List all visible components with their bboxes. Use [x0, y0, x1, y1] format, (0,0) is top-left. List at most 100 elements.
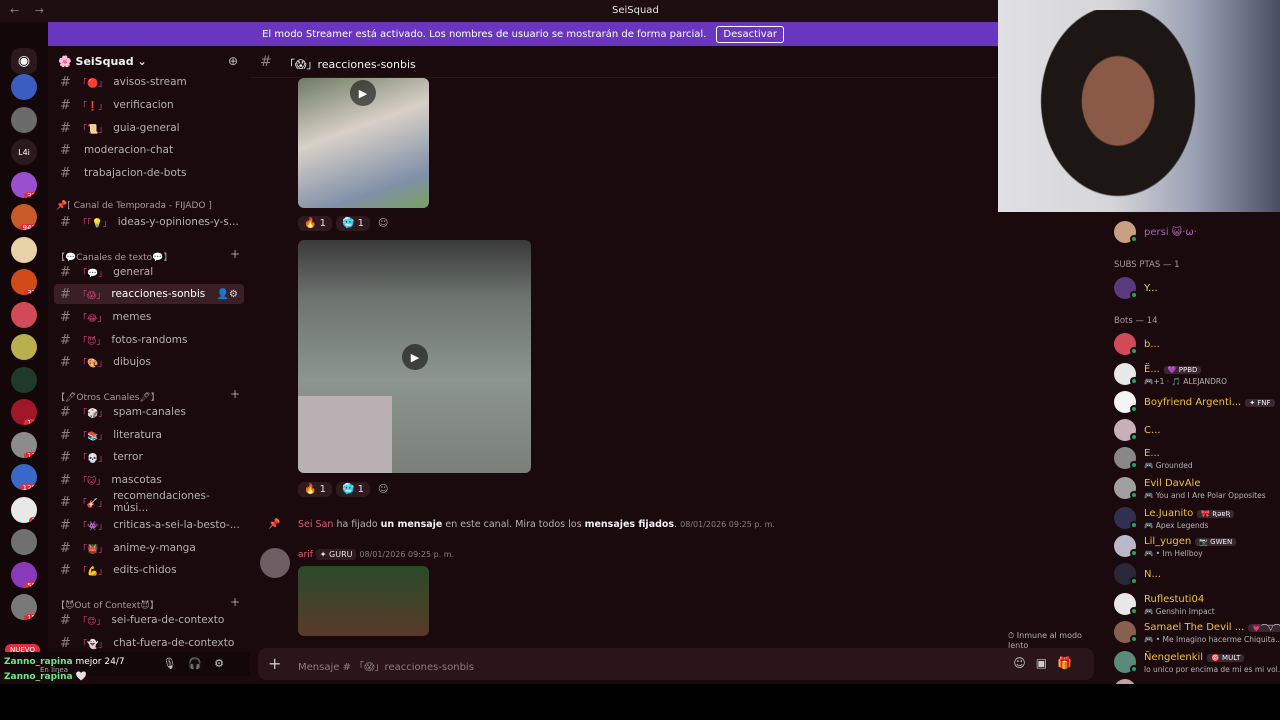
- hash-icon: #: [60, 309, 71, 325]
- reaction[interactable]: 🔥 1: [298, 482, 333, 497]
- channel-trabajacion-de-bots[interactable]: # trabajacion-de-bots: [54, 163, 244, 183]
- reaction[interactable]: 🥶 1: [336, 216, 371, 231]
- pinned-messages-link[interactable]: mensajes fijados: [585, 519, 675, 530]
- category-header[interactable]: 【💬Canales de texto💬】: [56, 250, 172, 263]
- server-icon[interactable]: [11, 74, 37, 100]
- server-icon[interactable]: 15: [11, 594, 37, 620]
- server-icon[interactable]: [11, 529, 37, 555]
- channel-emoji: 「👾」: [78, 521, 108, 532]
- channel-sei-fuera-de-contexto[interactable]: # 「😊」 sei-fuera-de-contexto: [54, 610, 244, 630]
- channel-recomendaciones-m-si[interactable]: # 「🎸」 recomendaciones-músi...: [54, 490, 244, 514]
- server-icon[interactable]: L4i: [11, 139, 37, 165]
- channel-fotos-randoms[interactable]: # 「😈」 fotos-randoms: [54, 330, 244, 350]
- member-item[interactable]: Evil DavAle 🎮 You and I Are Polar Opposit…: [1114, 476, 1280, 502]
- category-header[interactable]: 📌[ Canal de Temporada - FIJADO ]: [56, 201, 212, 211]
- channel-general[interactable]: # 「💬」 general: [54, 262, 244, 282]
- member-name: Ñengelenkil 🎯 MULT: [1144, 652, 1245, 663]
- pinned-message-link[interactable]: un mensaje: [381, 519, 443, 530]
- avatar[interactable]: [260, 548, 290, 578]
- reaction[interactable]: 🔥 1: [298, 216, 333, 231]
- server-icon[interactable]: 14: [11, 399, 37, 425]
- server-icon[interactable]: 943: [11, 204, 37, 230]
- channel-terror[interactable]: # 「💀」 terror: [54, 447, 244, 467]
- discord-home-icon[interactable]: ◉: [11, 48, 37, 74]
- member-item[interactable]: C...: [1114, 418, 1280, 444]
- deactivate-button[interactable]: Desactivar: [716, 25, 784, 43]
- member-item[interactable]: E... 🎮 Grounded: [1114, 446, 1280, 472]
- member-item[interactable]: Ё... 💜 PPBD 🎮+1 · 🎵 ALEJANDRO: [1114, 362, 1280, 388]
- member-item[interactable]: ZeX✦ INMT: [1114, 678, 1280, 684]
- channel-edits-chidos[interactable]: # 「💪」 edits-chidos: [54, 560, 244, 580]
- server-icon[interactable]: 128: [11, 464, 37, 490]
- server-icon[interactable]: 37: [11, 269, 37, 295]
- member-item[interactable]: persi 😺·ω·: [1114, 220, 1280, 246]
- server-icon[interactable]: [11, 106, 37, 133]
- channel-avisos-stream[interactable]: # 「🔴」 avisos-stream: [54, 72, 244, 92]
- category-header[interactable]: 【😈Out of Context😈】: [56, 598, 159, 611]
- play-icon[interactable]: ▶: [350, 80, 376, 106]
- channel-memes[interactable]: # 「😂」 memes: [54, 307, 244, 327]
- guild-name[interactable]: 🌸 SeiSquad ⌄: [58, 55, 147, 68]
- channel-label: moderacion-chat: [84, 144, 174, 156]
- member-item[interactable]: Y...: [1114, 276, 1280, 302]
- add-reaction-icon[interactable]: ☺: [374, 482, 392, 497]
- sticker-icon[interactable]: ▣: [1036, 656, 1057, 670]
- channel-criticas-a-sei-la-besto[interactable]: # 「👾」 criticas-a-sei-la-besto-...: [54, 515, 244, 535]
- channel-ideas-y-opiniones-y-s[interactable]: # 「「💡」 ideas-y-opiniones-y-s...: [54, 212, 244, 232]
- gift-icon[interactable]: 🎁: [1057, 656, 1082, 670]
- channel-label: general: [113, 266, 154, 278]
- category-header[interactable]: 【🖊Otros Canales🖊】: [56, 390, 160, 403]
- message-author[interactable]: arif: [298, 550, 313, 560]
- hash-icon: #: [60, 494, 71, 510]
- add-attachment-icon[interactable]: +: [268, 654, 281, 673]
- hash-icon: #: [60, 635, 71, 651]
- channel-anime-y-manga[interactable]: # 「👹」 anime-y-manga: [54, 538, 244, 558]
- member-item[interactable]: b...: [1114, 332, 1280, 358]
- server-icon[interactable]: 3: [11, 496, 37, 523]
- channel-verificacion[interactable]: # 「❗」 verificacion: [54, 95, 244, 115]
- image-attachment[interactable]: [298, 566, 429, 636]
- server-icon[interactable]: [11, 366, 37, 393]
- server-icon[interactable]: [11, 334, 37, 360]
- channel-label: literatura: [113, 429, 162, 441]
- message-timestamp: 08/01/2026 09:25 p. m.: [359, 550, 455, 559]
- channel-dibujos[interactable]: # 「🎨」 dibujos: [54, 352, 244, 372]
- nav-arrows[interactable]: ← →: [10, 4, 50, 17]
- member-item[interactable]: Ruflestuti04 🎮 Genshin Impact: [1114, 592, 1280, 618]
- status-dot: [1130, 635, 1138, 643]
- channel-literatura[interactable]: # 「📚」 literatura: [54, 425, 244, 445]
- member-item[interactable]: Ñengelenkil 🎯 MULT lo unico por encima de …: [1114, 650, 1280, 676]
- create-channel-icon[interactable]: +: [230, 387, 240, 401]
- video-attachment-1[interactable]: ▶: [298, 78, 429, 208]
- member-item[interactable]: Lil_yugen 📷 GWEN 🎮 • Im Hellboy: [1114, 534, 1280, 560]
- play-icon[interactable]: ▶: [402, 344, 428, 370]
- member-item[interactable]: Samael The Devil ... 💗⌒▽⌒ 🎮 • Me Imagino h…: [1114, 620, 1280, 646]
- channel-emoji: 「📜」: [78, 124, 108, 135]
- hash-icon: #: [60, 472, 71, 488]
- pin-user[interactable]: Sei San: [298, 519, 333, 530]
- add-reaction-icon[interactable]: ☺: [374, 216, 392, 231]
- create-channel-icon[interactable]: +: [230, 247, 240, 261]
- server-icon[interactable]: [11, 236, 37, 263]
- server-icon[interactable]: 33: [11, 171, 37, 198]
- message-composer[interactable]: + Mensaje # 「😱」reacciones-sonbis ☺▣🎁: [258, 648, 1094, 680]
- channel-spam-canales[interactable]: # 「🎲」 spam-canales: [54, 402, 244, 422]
- channel-mascotas[interactable]: # 「🐱」 mascotas: [54, 470, 244, 490]
- server-icon[interactable]: 50: [11, 561, 37, 588]
- server-icon[interactable]: [11, 301, 37, 328]
- create-channel-icon[interactable]: +: [230, 595, 240, 609]
- reaction[interactable]: 🥶 1: [336, 482, 371, 497]
- message-list[interactable]: ▶ 🔥 1 🥶 1 ☺ ▶ 🔥 1 🥶 1 ☺ 📌 Sei San ha fijado …: [250, 78, 1098, 650]
- channel-settings-icons[interactable]: 👤⚙: [217, 289, 238, 300]
- video-attachment-2[interactable]: ▶: [298, 240, 531, 473]
- server-icon[interactable]: 11: [11, 431, 37, 458]
- person-add-icon[interactable]: ⊕: [228, 54, 238, 68]
- channel-moderacion-chat[interactable]: # moderacion-chat: [54, 140, 244, 160]
- emoji-icon[interactable]: ☺: [1013, 656, 1036, 670]
- channel-chat-fuera-de-contexto[interactable]: # 「👻」 chat-fuera-de-contexto: [54, 633, 244, 653]
- member-item[interactable]: Boyfriend Argenti... ✦ FNF: [1114, 390, 1280, 416]
- member-item[interactable]: N...: [1114, 562, 1280, 588]
- channel-reacciones-sonbis[interactable]: # 「😱」 reacciones-sonbis 👤⚙: [54, 284, 244, 304]
- member-item[interactable]: Le.Juanito 🎀 ƦǝɐƦ 🎮 Apex Legends: [1114, 506, 1280, 532]
- channel-guia-general[interactable]: # 「📜」 guia-general: [54, 118, 244, 138]
